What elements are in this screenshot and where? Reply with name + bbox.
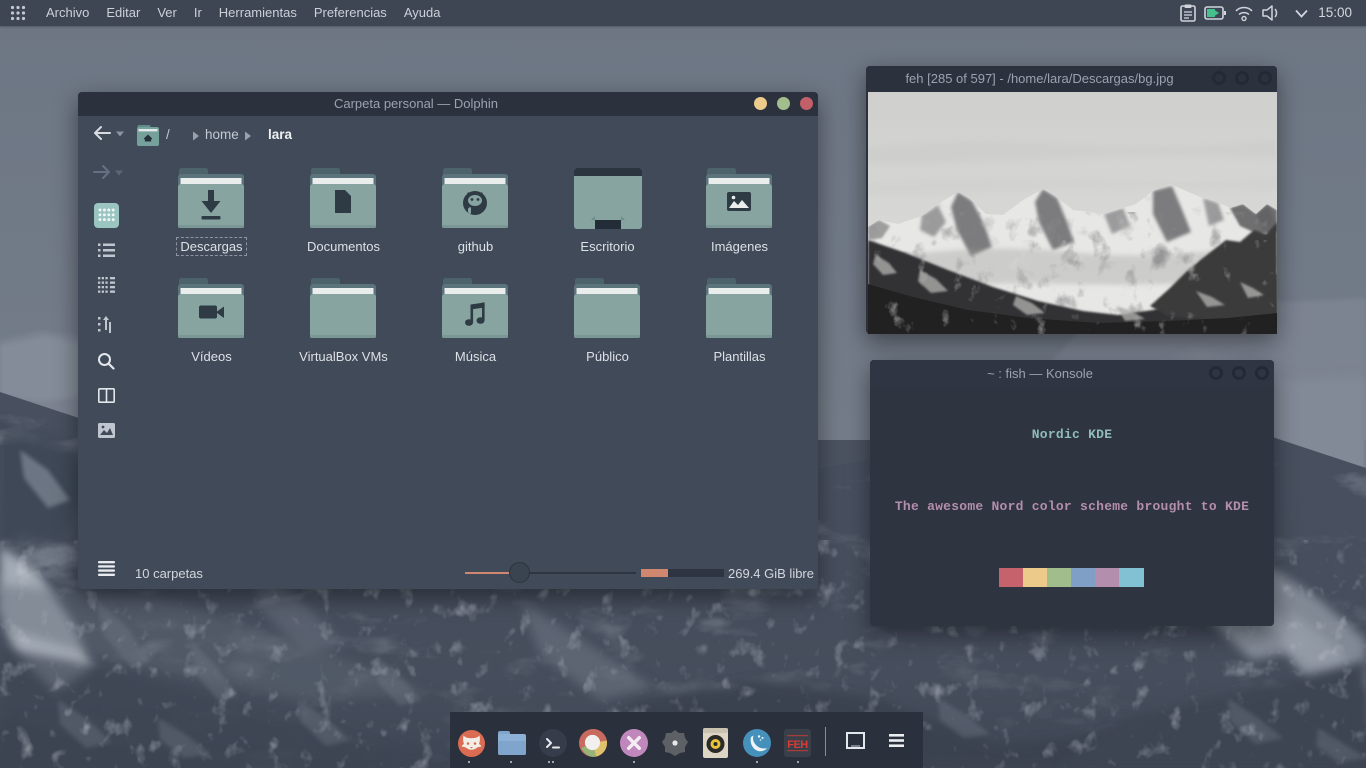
svg-text:FEH: FEH [787,739,808,751]
